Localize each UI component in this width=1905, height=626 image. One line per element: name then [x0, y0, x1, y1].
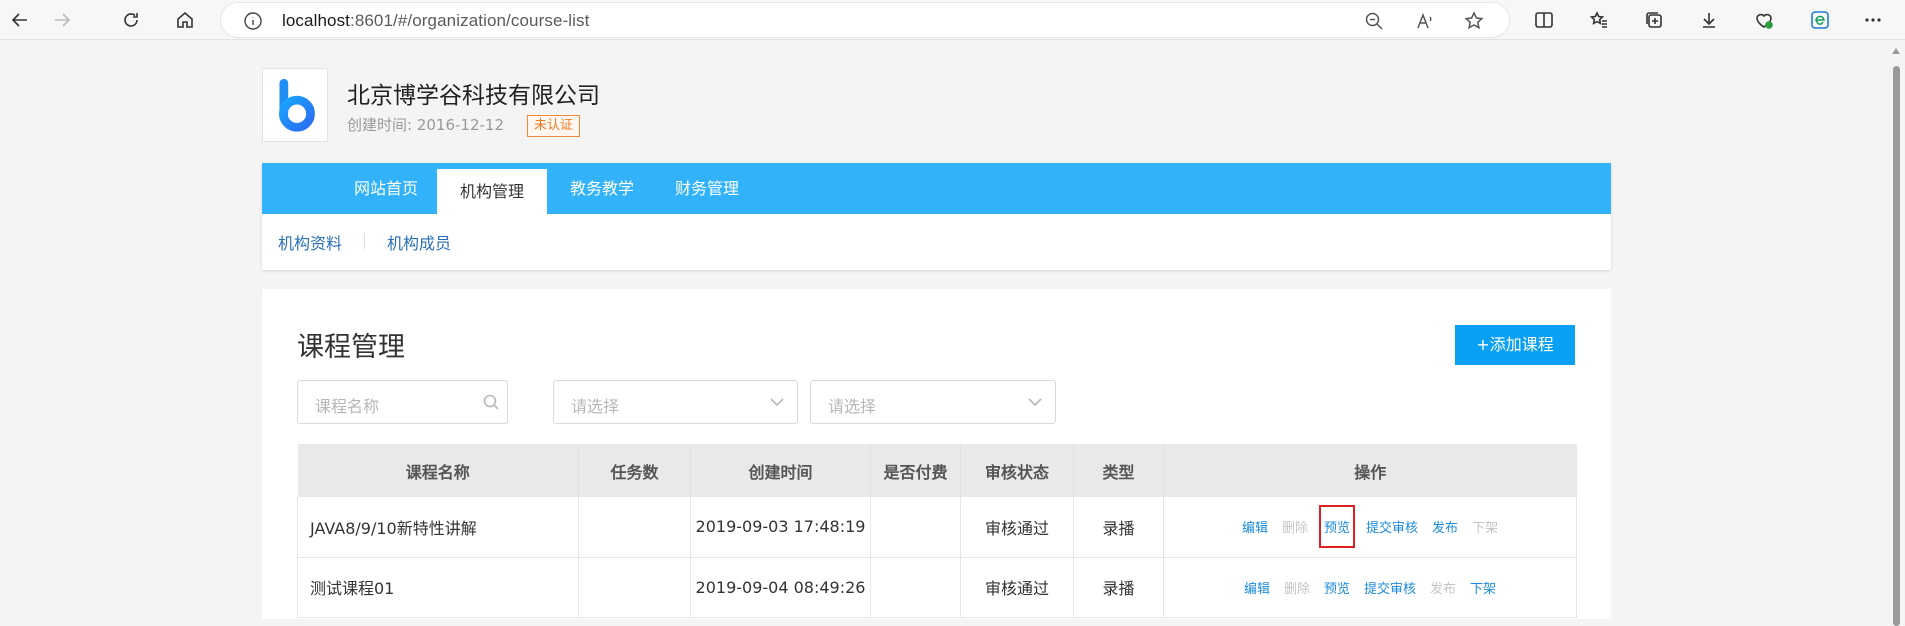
course-table: 课程名称 任务数 创建时间 是否付费 审核状态 类型 操作 JAVA8/9/10… [297, 444, 1577, 618]
status-badge: 未认证 [527, 115, 581, 137]
scrollbar-thumb[interactable] [1893, 66, 1900, 626]
split-screen-icon[interactable] [1530, 6, 1558, 34]
favorites-icon[interactable] [1585, 6, 1613, 34]
search-icon[interactable] [482, 393, 500, 411]
cell-type: 录播 [1073, 497, 1164, 558]
edge-copilot-icon[interactable] [1806, 6, 1834, 34]
page-scrollbar[interactable] [1888, 40, 1905, 626]
cell-created-time: 2019-09-03 17:48:19 [690, 497, 871, 558]
download-icon[interactable] [1695, 6, 1723, 34]
delete-link[interactable]: 删除 [1281, 515, 1309, 538]
course-panel: 课程管理 +添加课程 课程名称 请选择 请选择 课程名称 任务数 创建时间 是否… [262, 289, 1611, 619]
tab-teaching[interactable]: 教务教学 [547, 163, 657, 214]
org-created: 创建时间: 2016-12-12 [347, 116, 505, 134]
tab-org-management[interactable]: 机构管理 [437, 169, 547, 214]
publish-link[interactable]: 发布 [1429, 576, 1457, 599]
nav-box: 网站首页 机构管理 教务教学 财务管理 机构资料 机构成员 [262, 163, 1611, 270]
main-nav: 网站首页 机构管理 教务教学 财务管理 [262, 163, 1611, 214]
col-paid[interactable]: 是否付费 [870, 444, 961, 497]
cell-course-name: JAVA8/9/10新特性讲解 [297, 497, 579, 558]
subnav-divider [364, 233, 365, 249]
cell-created-time: 2019-09-04 08:49:26 [690, 557, 871, 618]
unpublish-link[interactable]: 下架 [1471, 515, 1499, 538]
cell-review-status: 审核通过 [960, 557, 1074, 618]
filter-select-1[interactable]: 请选择 [553, 380, 798, 424]
publish-link[interactable]: 发布 [1431, 515, 1459, 538]
select2-placeholder: 请选择 [828, 397, 877, 416]
cell-task-count [578, 557, 691, 618]
course-name-search-input[interactable]: 课程名称 [297, 380, 508, 424]
table-header-row: 课程名称 任务数 创建时间 是否付费 审核状态 类型 操作 [297, 444, 1577, 497]
browser-essentials-icon[interactable] [1750, 6, 1778, 34]
page-title: 课程管理 [297, 332, 405, 363]
col-course-name[interactable]: 课程名称 [297, 444, 579, 497]
subnav-org-members[interactable]: 机构成员 [387, 230, 451, 254]
select1-placeholder: 请选择 [571, 397, 620, 416]
edit-link[interactable]: 编辑 [1241, 515, 1269, 538]
submit-review-link[interactable]: 提交审核 [1365, 515, 1419, 538]
col-task-count[interactable]: 任务数 [578, 444, 691, 497]
cell-paid [870, 557, 961, 618]
cell-paid [870, 497, 961, 558]
browser-toolbar: localhost:8601/#/organization/course-lis… [0, 0, 1905, 40]
chevron-down-icon [770, 398, 784, 407]
cell-type: 录播 [1073, 557, 1164, 618]
read-aloud-icon[interactable] [1413, 9, 1437, 33]
back-icon[interactable] [6, 6, 34, 34]
cell-review-status: 审核通过 [960, 497, 1074, 558]
filter-select-2[interactable]: 请选择 [810, 380, 1056, 424]
site-info-icon[interactable] [243, 11, 263, 31]
org-logo [262, 68, 328, 142]
col-type[interactable]: 类型 [1073, 444, 1164, 497]
cell-actions: 编辑 删除 预览 提交审核 发布 下架 [1163, 557, 1577, 618]
unpublish-link[interactable]: 下架 [1469, 576, 1497, 599]
col-actions: 操作 [1163, 444, 1577, 497]
cell-course-name: 测试课程01 [297, 557, 579, 618]
tab-finance[interactable]: 财务管理 [657, 163, 757, 214]
col-review-status[interactable]: 审核状态 [960, 444, 1074, 497]
more-options-icon[interactable] [1859, 6, 1887, 34]
favorite-star-icon[interactable] [1462, 9, 1486, 33]
scroll-up-icon[interactable] [1892, 48, 1900, 54]
submit-review-link[interactable]: 提交审核 [1363, 576, 1417, 599]
cell-actions: 编辑 删除 预览 提交审核 发布 下架 [1163, 497, 1577, 558]
refresh-icon[interactable] [117, 6, 145, 34]
search-placeholder: 课程名称 [315, 397, 380, 416]
address-bar[interactable]: localhost:8601/#/organization/course-lis… [220, 2, 1510, 38]
url-text: localhost:8601/#/organization/course-lis… [282, 11, 590, 30]
edit-link[interactable]: 编辑 [1243, 576, 1271, 599]
chevron-down-icon [1028, 398, 1042, 407]
col-created-time[interactable]: 创建时间 [690, 444, 871, 497]
table-row: JAVA8/9/10新特性讲解 2019-09-03 17:48:19 审核通过… [297, 497, 1577, 558]
table-row: 测试课程01 2019-09-04 08:49:26 审核通过 录播 编辑 删除… [297, 557, 1577, 618]
subnav-org-info[interactable]: 机构资料 [278, 230, 342, 254]
preview-link[interactable]: 预览 [1318, 505, 1356, 549]
forward-icon[interactable] [48, 6, 76, 34]
zoom-out-icon[interactable] [1362, 9, 1386, 33]
delete-link[interactable]: 删除 [1283, 576, 1311, 599]
add-course-button[interactable]: +添加课程 [1455, 325, 1575, 365]
collections-icon[interactable] [1640, 6, 1668, 34]
tab-home[interactable]: 网站首页 [336, 163, 436, 214]
preview-link[interactable]: 预览 [1323, 576, 1351, 599]
cell-task-count [578, 497, 691, 558]
org-name: 北京博学谷科技有限公司 [347, 83, 600, 109]
home-icon[interactable] [171, 6, 199, 34]
